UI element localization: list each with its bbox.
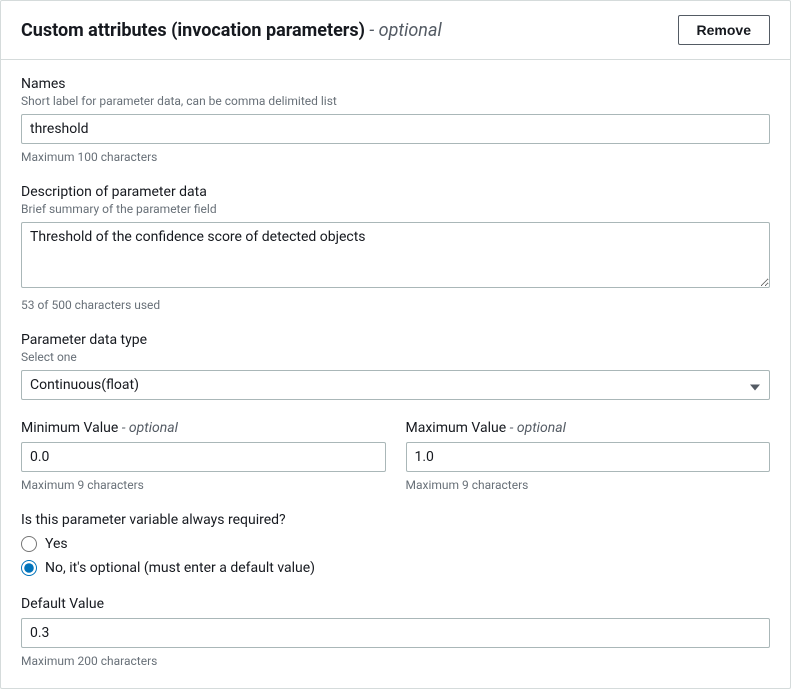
minvalue-input[interactable]	[21, 442, 386, 472]
panel-header: Custom attributes (invocation parameters…	[1, 1, 790, 60]
required-label: Is this parameter variable always requir…	[21, 512, 770, 528]
maxvalue-constraint: Maximum 9 characters	[406, 478, 771, 492]
required-radio-no[interactable]	[21, 560, 37, 576]
description-field: Description of parameter data Brief summ…	[21, 184, 770, 312]
required-yes-label: Yes	[45, 536, 68, 552]
required-option-no[interactable]: No, it's optional (must enter a default …	[21, 560, 770, 576]
required-field: Is this parameter variable always requir…	[21, 512, 770, 576]
description-input[interactable]	[21, 222, 770, 288]
required-no-label: No, it's optional (must enter a default …	[45, 560, 315, 576]
custom-attributes-panel: Custom attributes (invocation parameters…	[0, 0, 791, 689]
defaultvalue-label: Default Value	[21, 596, 770, 612]
panel-title: Custom attributes (invocation parameters…	[21, 20, 442, 41]
maxvalue-field: Maximum Value - optional Maximum 9 chara…	[406, 420, 771, 492]
description-constraint: 53 of 500 characters used	[21, 298, 770, 312]
required-option-yes[interactable]: Yes	[21, 536, 770, 552]
description-hint: Brief summary of the parameter field	[21, 202, 770, 216]
maxvalue-input[interactable]	[406, 442, 771, 472]
panel-body: Names Short label for parameter data, ca…	[1, 60, 790, 688]
required-radio-yes[interactable]	[21, 536, 37, 552]
maxvalue-label-text: Maximum Value	[406, 420, 507, 436]
minvalue-constraint: Maximum 9 characters	[21, 478, 386, 492]
names-hint: Short label for parameter data, can be c…	[21, 94, 770, 108]
names-field: Names Short label for parameter data, ca…	[21, 76, 770, 164]
datatype-hint: Select one	[21, 350, 770, 364]
description-label: Description of parameter data	[21, 184, 770, 200]
minvalue-label: Minimum Value - optional	[21, 420, 386, 436]
defaultvalue-field: Default Value Maximum 200 characters	[21, 596, 770, 668]
names-constraint: Maximum 100 characters	[21, 150, 770, 164]
names-label: Names	[21, 76, 770, 92]
datatype-select[interactable]: Continuous(float)	[21, 370, 770, 400]
datatype-field: Parameter data type Select one Continuou…	[21, 332, 770, 400]
names-input[interactable]	[21, 114, 770, 144]
maxvalue-label: Maximum Value - optional	[406, 420, 771, 436]
datatype-select-wrapper: Continuous(float)	[21, 370, 770, 400]
min-max-row: Minimum Value - optional Maximum 9 chara…	[21, 420, 770, 492]
defaultvalue-constraint: Maximum 200 characters	[21, 654, 770, 668]
maxvalue-optional: - optional	[506, 420, 566, 436]
minvalue-field: Minimum Value - optional Maximum 9 chara…	[21, 420, 386, 492]
defaultvalue-input[interactable]	[21, 618, 770, 648]
minvalue-optional: - optional	[118, 420, 178, 436]
required-radio-group: Yes No, it's optional (must enter a defa…	[21, 536, 770, 576]
remove-button[interactable]: Remove	[678, 15, 770, 45]
panel-title-text: Custom attributes (invocation parameters…	[21, 20, 365, 41]
panel-title-optional: - optional	[365, 20, 442, 41]
datatype-label: Parameter data type	[21, 332, 770, 348]
minvalue-label-text: Minimum Value	[21, 420, 118, 436]
